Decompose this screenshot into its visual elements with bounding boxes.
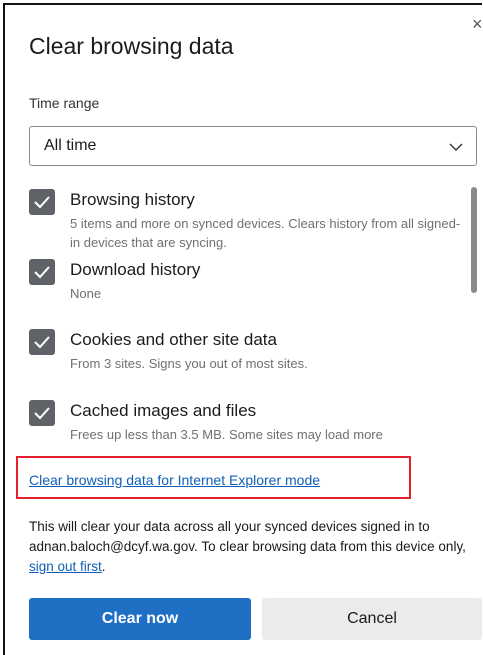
checkmark-icon — [34, 336, 50, 349]
option-description: 5 items and more on synced devices. Clea… — [70, 216, 461, 250]
scrollbar-thumb[interactable] — [471, 187, 477, 293]
option-description: Frees up less than 3.5 MB. Some sites ma… — [70, 427, 383, 442]
checkbox-cached-images[interactable] — [29, 400, 55, 426]
time-range-select[interactable]: All time — [29, 126, 477, 166]
option-description: None — [70, 286, 102, 301]
option-label: Download history — [70, 260, 201, 279]
checkmark-icon — [34, 196, 50, 209]
option-label: Cookies and other site data — [70, 330, 277, 349]
option-label: Browsing history — [70, 190, 195, 209]
sign-out-link[interactable]: sign out first — [29, 559, 102, 574]
checkmark-icon — [34, 266, 50, 279]
option-label: Cached images and files — [70, 401, 257, 420]
info-text-end: . — [101, 559, 106, 574]
checkbox-browsing-history[interactable] — [29, 189, 55, 215]
clear-now-button[interactable]: Clear now — [29, 598, 251, 640]
checkmark-icon — [34, 407, 50, 420]
clear-browsing-data-dialog: × Clear browsing data Time range All tim… — [3, 3, 483, 655]
cancel-button[interactable]: Cancel — [262, 598, 482, 640]
ie-mode-clear-link[interactable]: Clear browsing data for Internet Explore… — [29, 472, 320, 488]
chevron-down-icon — [449, 143, 463, 151]
close-icon[interactable]: × — [472, 15, 483, 33]
option-description: From 3 sites. Signs you out of most site… — [70, 356, 308, 371]
data-type-list: Browsing history 5 items and more on syn… — [29, 187, 481, 447]
checkbox-download-history[interactable] — [29, 259, 55, 285]
sync-info-text: This will clear your data across all you… — [29, 517, 479, 577]
time-range-value: All time — [44, 137, 97, 154]
info-text: This will clear your data across all you… — [29, 519, 466, 554]
dialog-title: Clear browsing data — [29, 33, 234, 59]
checkbox-cookies[interactable] — [29, 329, 55, 355]
time-range-label: Time range — [29, 95, 100, 111]
